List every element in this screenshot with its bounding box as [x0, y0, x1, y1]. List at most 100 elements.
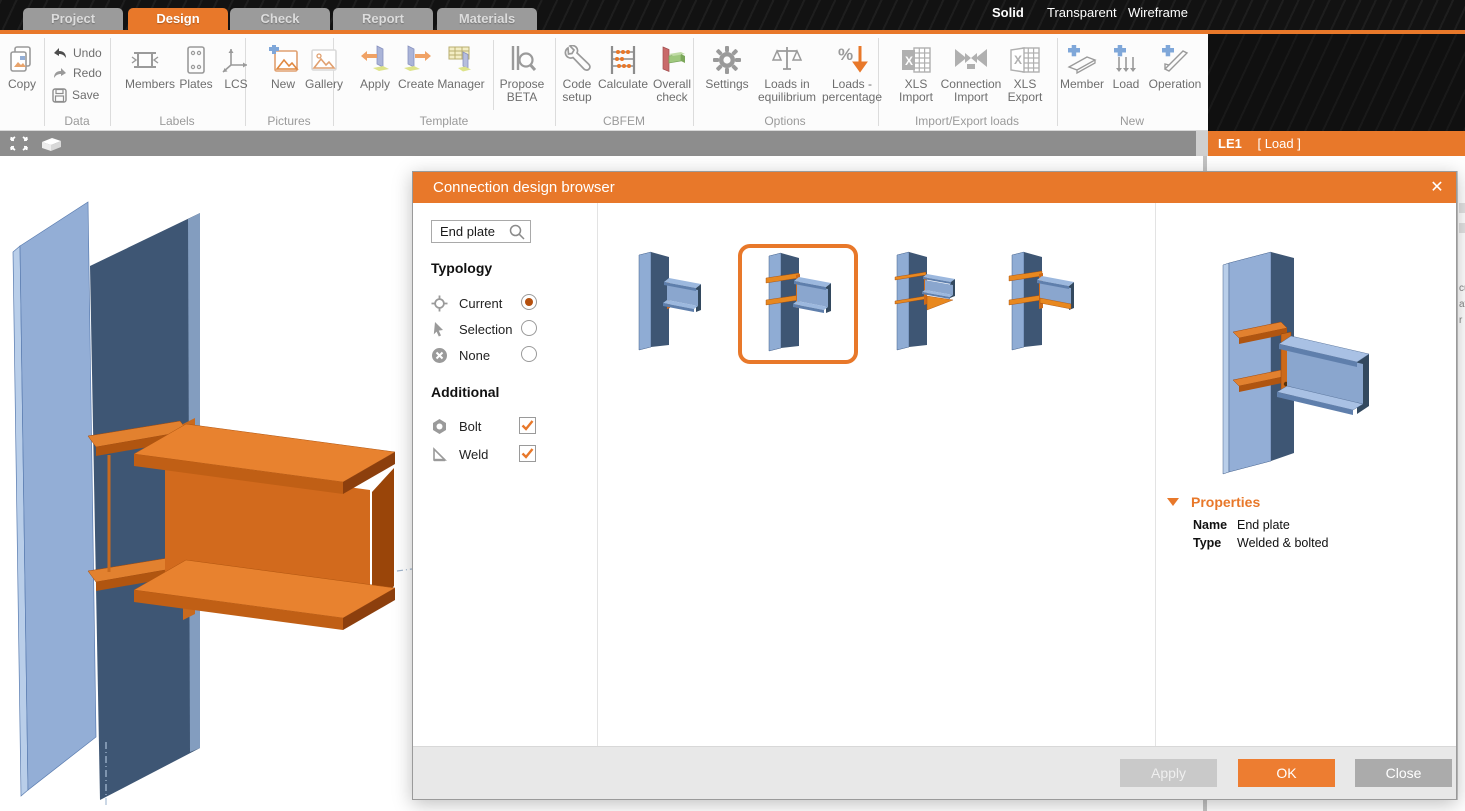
save-button[interactable]: Save	[52, 86, 99, 104]
plates-button[interactable]: Plates	[175, 42, 217, 91]
tab-project[interactable]: Project	[23, 8, 123, 30]
calculate-icon	[594, 42, 652, 78]
lcs-button[interactable]: LCS	[218, 42, 254, 91]
template-manager-button[interactable]: Manager	[433, 42, 489, 91]
new-load-button[interactable]: Load	[1108, 42, 1144, 91]
checkbox-bolt[interactable]	[519, 417, 536, 434]
new-picture-button[interactable]: New	[263, 42, 303, 91]
group-caption-impexp: Import/Export loads	[902, 114, 1032, 128]
properties-collapse-icon[interactable]	[1167, 498, 1179, 506]
solid-box-icon[interactable]	[38, 135, 64, 153]
view-mode-wireframe[interactable]: Wireframe	[1128, 0, 1188, 25]
undo-button[interactable]: Undo	[52, 44, 102, 62]
view-mode-solid[interactable]: Solid	[992, 0, 1024, 25]
settings-button[interactable]: Settings	[700, 42, 754, 91]
load-case-bar[interactable]: LE1 [ Load ]	[1208, 131, 1465, 156]
plates-icon	[175, 42, 217, 78]
view-mode-transparent[interactable]: Transparent	[1047, 0, 1117, 25]
new-load-icon	[1108, 42, 1144, 78]
lcs-icon	[218, 42, 254, 78]
svg-text:X: X	[1014, 53, 1022, 67]
template-propose-button[interactable]: ProposeBETA	[495, 42, 549, 104]
clipped-text: cu	[1459, 283, 1465, 294]
radio-current[interactable]	[521, 294, 537, 310]
apply-button[interactable]: Apply	[1120, 759, 1217, 787]
xls-export-button[interactable]: X XLSExport	[1002, 42, 1048, 104]
redo-button[interactable]: Redo	[52, 64, 102, 82]
loads-equilibrium-button[interactable]: Loads inequilibrium	[751, 42, 823, 104]
xls-import-button[interactable]: X XLSImport	[893, 42, 939, 104]
group-caption-pictures: Pictures	[259, 114, 319, 128]
tab-report[interactable]: Report	[333, 8, 433, 30]
calculate-button[interactable]: Calculate	[594, 42, 652, 91]
background-side-panel: cu at r '	[1457, 171, 1465, 800]
connection-thumbnail-2-selected[interactable]	[753, 247, 843, 357]
save-icon	[52, 88, 67, 103]
load-case-name: LE1	[1218, 136, 1242, 151]
template-propose-icon	[495, 42, 549, 78]
zoom-extents-icon[interactable]	[8, 134, 30, 153]
ok-button[interactable]: OK	[1238, 759, 1335, 787]
redo-icon	[52, 66, 68, 80]
connection-thumbnail-3[interactable]	[881, 246, 971, 356]
axis-line-horizontal	[397, 569, 412, 571]
connection-thumbnail-1[interactable]	[623, 246, 713, 356]
new-picture-icon	[263, 42, 303, 78]
current-target-icon	[431, 295, 448, 312]
view-toolbar	[0, 131, 1196, 156]
xls-import-icon: X	[893, 42, 939, 78]
radio-none[interactable]	[521, 346, 537, 362]
selection-cursor-icon	[431, 321, 448, 338]
members-button[interactable]: Members	[125, 42, 171, 91]
close-button[interactable]: Close	[1355, 759, 1452, 787]
tab-materials[interactable]: Materials	[437, 8, 537, 30]
group-caption-options: Options	[750, 114, 820, 128]
group-caption-template: Template	[409, 114, 479, 128]
additional-heading: Additional	[431, 384, 499, 400]
gallery-button[interactable]: Gallery	[301, 42, 347, 91]
ribbon-separator	[493, 40, 494, 110]
ribbon-dark-area	[1208, 34, 1465, 131]
tab-check[interactable]: Check	[230, 8, 330, 30]
prop-type-value: Welded & bolted	[1237, 536, 1329, 550]
weld-icon	[431, 446, 448, 463]
check-icon	[520, 446, 535, 461]
prop-name-value: End plate	[1237, 518, 1290, 532]
ribbon-separator	[110, 38, 111, 126]
column-near-flange	[20, 202, 96, 790]
group-caption-new: New	[1102, 114, 1162, 128]
balance-scale-icon	[751, 42, 823, 78]
connection-import-button[interactable]: ConnectionImport	[936, 42, 1006, 104]
toolbar-pad	[1196, 131, 1208, 156]
close-icon[interactable]: ✕	[1418, 172, 1456, 203]
typology-heading: Typology	[431, 260, 492, 276]
svg-text:X: X	[905, 54, 913, 68]
code-setup-button[interactable]: Codesetup	[555, 42, 599, 104]
dialog-divider-left	[597, 203, 598, 746]
code-setup-icon	[555, 42, 599, 78]
group-caption-cbfem: CBFEM	[594, 114, 654, 128]
search-icon[interactable]	[508, 223, 526, 241]
members-icon	[125, 42, 171, 78]
checkbox-weld[interactable]	[519, 445, 536, 462]
side-panel-row	[1459, 203, 1465, 213]
dialog-divider-right	[1155, 203, 1156, 746]
radio-current-dot	[525, 298, 533, 306]
overall-check-icon	[649, 42, 695, 78]
overall-check-button[interactable]: Overallcheck	[649, 42, 695, 104]
prop-type-label: Type	[1193, 536, 1221, 550]
main-3d-view[interactable]	[0, 156, 412, 811]
connection-thumbnail-4[interactable]	[996, 246, 1086, 356]
none-icon	[431, 347, 448, 364]
copy-button[interactable]: Copy	[0, 42, 44, 91]
template-apply-button[interactable]: Apply	[354, 42, 396, 91]
check-icon	[520, 418, 535, 433]
tab-design[interactable]: Design	[128, 8, 228, 30]
new-member-button[interactable]: Member	[1057, 42, 1107, 91]
template-create-icon	[394, 42, 438, 78]
radio-selection[interactable]	[521, 320, 537, 336]
loads-percentage-button[interactable]: % Loads -percentage	[817, 42, 887, 104]
new-operation-button[interactable]: Operation	[1145, 42, 1205, 91]
dialog-title-bar[interactable]: Connection design browser	[413, 172, 1456, 203]
template-create-button[interactable]: Create	[394, 42, 438, 91]
